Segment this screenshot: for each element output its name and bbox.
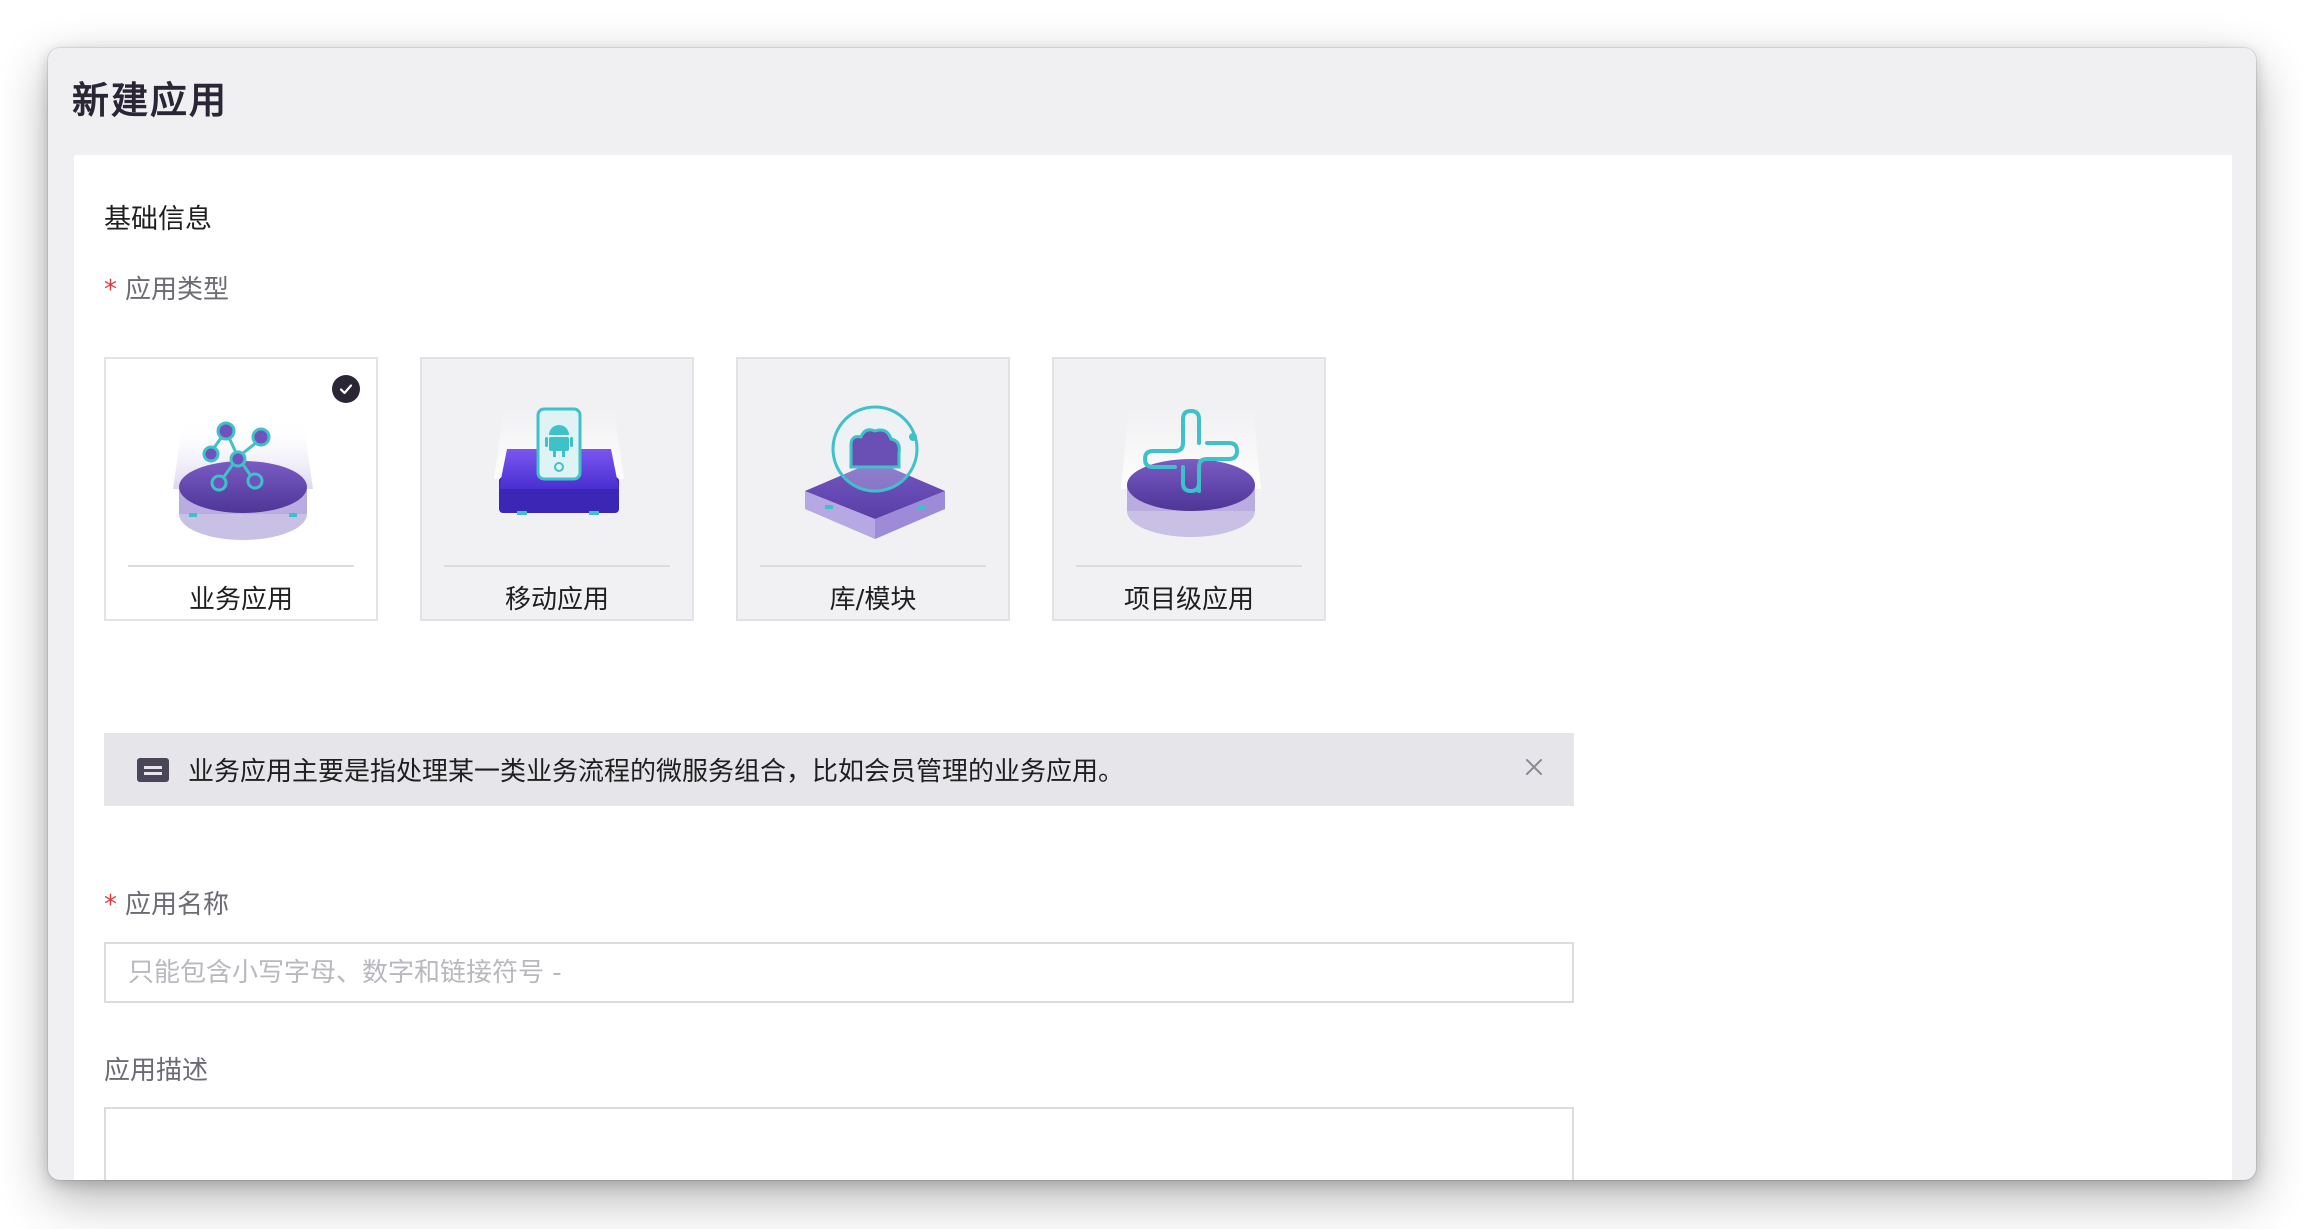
type-card-project[interactable]: 项目级应用 bbox=[1052, 357, 1326, 621]
card-divider bbox=[760, 565, 986, 567]
app-type-label: * 应用类型 bbox=[104, 275, 230, 305]
required-mark: * bbox=[104, 275, 117, 305]
type-card-business[interactable]: 业务应用 bbox=[104, 357, 378, 621]
app-type-options: 业务应用 移动应用 库/模块 项目级应用 bbox=[104, 357, 1404, 625]
mobile-android-icon bbox=[494, 407, 624, 515]
section-title: 基础信息 bbox=[104, 204, 212, 235]
microservice-network-icon bbox=[173, 419, 313, 540]
app-name-label: * 应用名称 bbox=[104, 890, 230, 920]
form-card: 基础信息 * 应用类型 业务应用 移动应用 库/模块 项目级应用 业务应用主要是… bbox=[74, 155, 2232, 1180]
card-divider bbox=[128, 565, 354, 567]
library-module-icon bbox=[805, 405, 945, 539]
page-title: 新建应用 bbox=[72, 79, 228, 122]
type-label: 库/模块 bbox=[829, 585, 917, 615]
required-mark: * bbox=[104, 890, 117, 920]
close-icon[interactable] bbox=[1522, 755, 1546, 779]
type-card-library[interactable]: 库/模块 bbox=[736, 357, 1010, 621]
card-divider bbox=[1076, 565, 1302, 567]
type-card-mobile[interactable]: 移动应用 bbox=[420, 357, 694, 621]
type-label: 移动应用 bbox=[504, 585, 609, 615]
app-name-input[interactable] bbox=[104, 942, 1574, 1003]
type-label: 项目级应用 bbox=[1123, 585, 1254, 615]
app-description-textarea[interactable] bbox=[104, 1107, 1574, 1180]
message-icon bbox=[137, 757, 169, 782]
type-description-text: 业务应用主要是指处理某一类业务流程的微服务组合，比如会员管理的业务应用。 bbox=[188, 757, 1125, 787]
app-description-label: 应用描述 bbox=[104, 1056, 209, 1086]
type-description-alert: 业务应用主要是指处理某一类业务流程的微服务组合，比如会员管理的业务应用。 bbox=[104, 733, 1574, 806]
app-window: 新建应用 基础信息 * 应用类型 业务应用 移动应用 库/模块 项目级应用 业务… bbox=[48, 48, 2256, 1180]
type-label: 业务应用 bbox=[188, 585, 293, 615]
project-cross-icon bbox=[1121, 408, 1261, 537]
card-divider bbox=[444, 565, 670, 567]
